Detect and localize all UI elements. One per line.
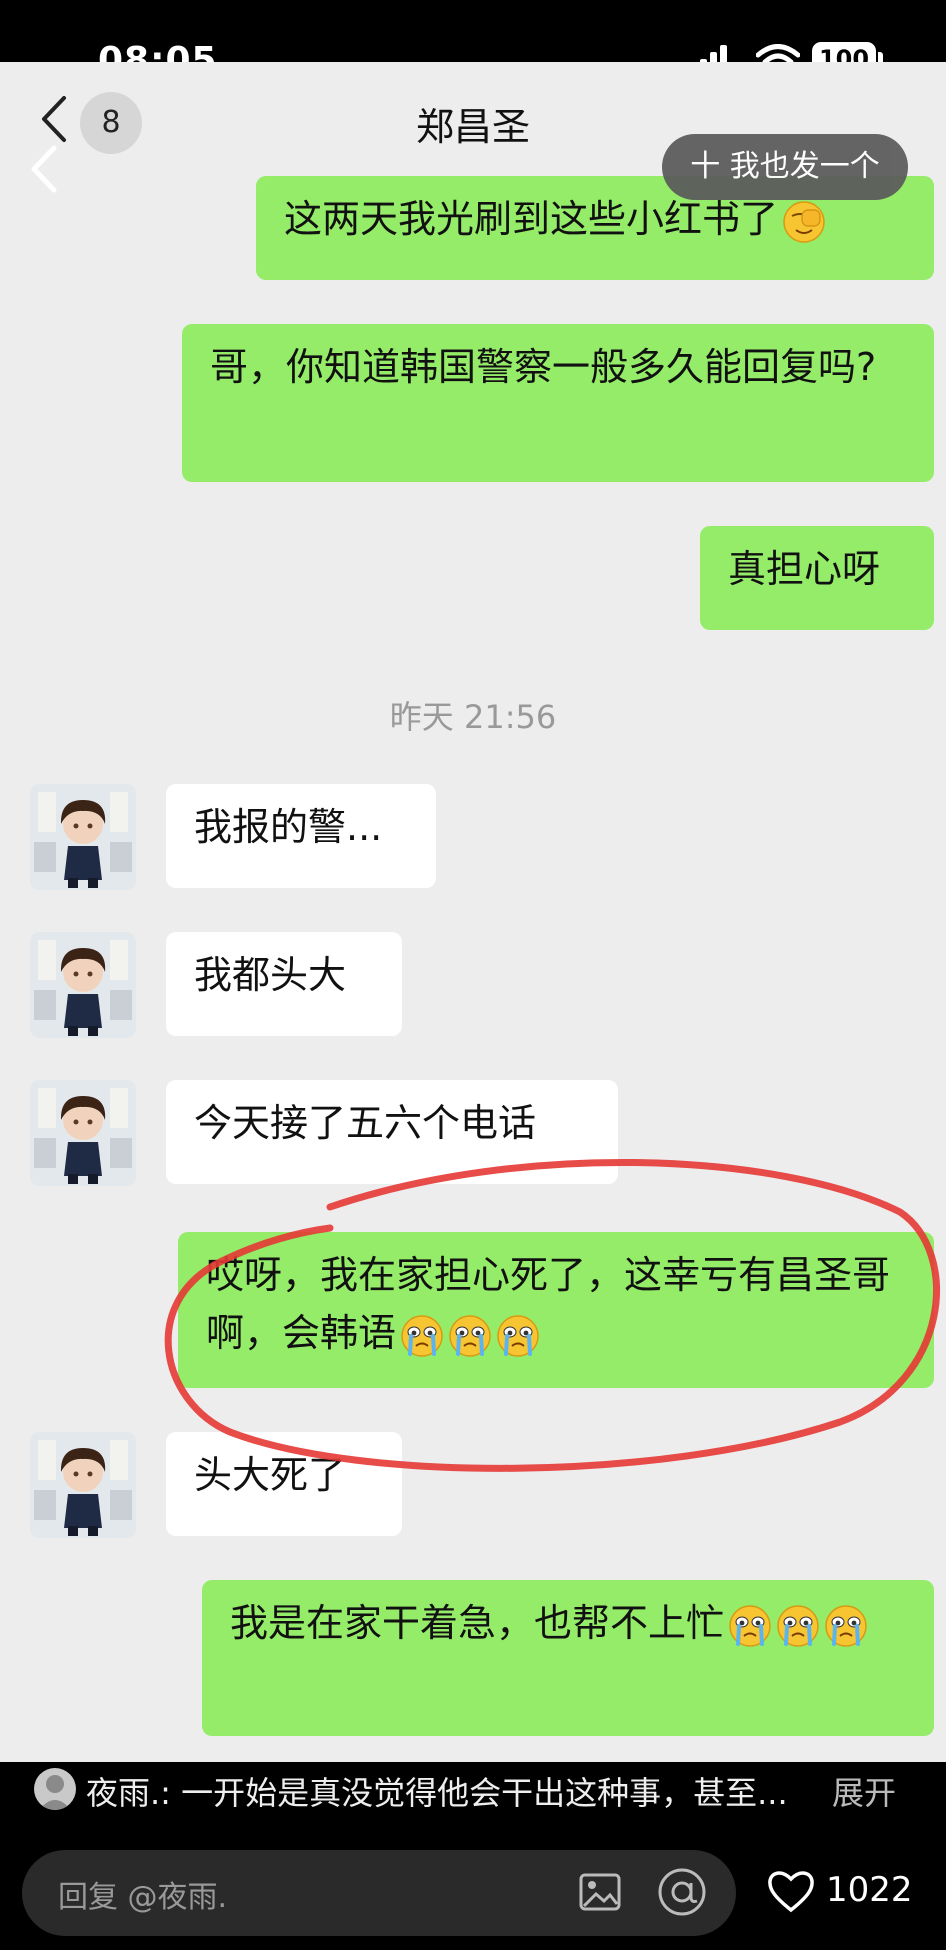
message-text: 头大死了: [194, 1453, 347, 1497]
message-text: 我都头大: [194, 953, 347, 997]
comment-text: 夜雨.: 一开始是真没觉得他会干出这种事，甚至...: [86, 1774, 788, 1812]
facepalm-emoji: [783, 200, 825, 243]
contact-avatar-image: [30, 1432, 136, 1538]
heart-icon[interactable]: [766, 1868, 816, 1914]
crying-emoji: [728, 1604, 772, 1648]
crying-emoji: [448, 1314, 492, 1358]
message-text: 真担心呀: [728, 547, 881, 591]
message-bubble-incoming[interactable]: 头大死了: [166, 1432, 402, 1536]
avatar[interactable]: [30, 1080, 136, 1186]
crying-emoji: [496, 1314, 540, 1358]
message-text: 哎呀，我在家担心死了，这幸亏有昌圣哥啊，会韩语: [206, 1253, 891, 1355]
status-bar: 08:05 100: [0, 0, 946, 81]
overlay-back-icon[interactable]: [26, 142, 60, 196]
highlight-circle: [164, 1158, 940, 1472]
chat-area[interactable]: 8 郑昌圣 这两天我光刷到这些小红书了 十 我也发一个 哥，你知道韩国警察一般多…: [0, 62, 946, 1762]
message-bubble-outgoing[interactable]: 哎呀，我在家担心死了，这幸亏有昌圣哥啊，会韩语: [178, 1232, 934, 1388]
message-bubble-incoming[interactable]: 我报的警...: [166, 784, 436, 888]
message-text: 我报的警...: [194, 805, 383, 849]
message-text: 哥，你知道韩国警察一般多久能回复吗?: [210, 345, 877, 389]
image-icon[interactable]: [578, 1870, 622, 1914]
avatar[interactable]: [30, 1432, 136, 1538]
expand-link[interactable]: 展开: [832, 1768, 896, 1814]
message-text: 今天接了五六个电话: [194, 1101, 537, 1145]
avatar[interactable]: [30, 784, 136, 890]
timestamp: 昨天 21:56: [389, 698, 557, 736]
contact-avatar-image: [30, 1080, 136, 1186]
post-button[interactable]: 十 我也发一个: [662, 134, 908, 200]
reply-placeholder: 回复 @夜雨.: [58, 1880, 228, 1915]
message-bubble-incoming[interactable]: 我都头大: [166, 932, 402, 1036]
crying-emoji: [824, 1604, 868, 1648]
message-text: 我是在家干着急，也帮不上忙: [230, 1601, 725, 1645]
message-bubble-outgoing[interactable]: 哥，你知道韩国警察一般多久能回复吗?: [182, 324, 934, 482]
avatar[interactable]: [30, 932, 136, 1038]
at-icon[interactable]: [656, 1866, 708, 1918]
reply-input[interactable]: 回复 @夜雨.: [22, 1850, 736, 1936]
contact-avatar-image: [30, 784, 136, 890]
crying-emoji: [776, 1604, 820, 1648]
message-bubble-incoming[interactable]: 今天接了五六个电话: [166, 1080, 618, 1184]
crying-emoji: [400, 1314, 444, 1358]
message-bubble-outgoing[interactable]: 真担心呀: [700, 526, 934, 630]
message-text: 这两天我光刷到这些小红书了: [284, 197, 779, 241]
comment-bar: 夜雨.: 一开始是真没觉得他会干出这种事，甚至... 展开 回复 @夜雨. 10…: [0, 1762, 946, 1950]
message-bubble-outgoing[interactable]: 我是在家干着急，也帮不上忙: [202, 1580, 934, 1736]
commenter-avatar[interactable]: [34, 1768, 76, 1810]
contact-avatar-image: [30, 932, 136, 1038]
like-count: 1022: [826, 1870, 913, 1910]
